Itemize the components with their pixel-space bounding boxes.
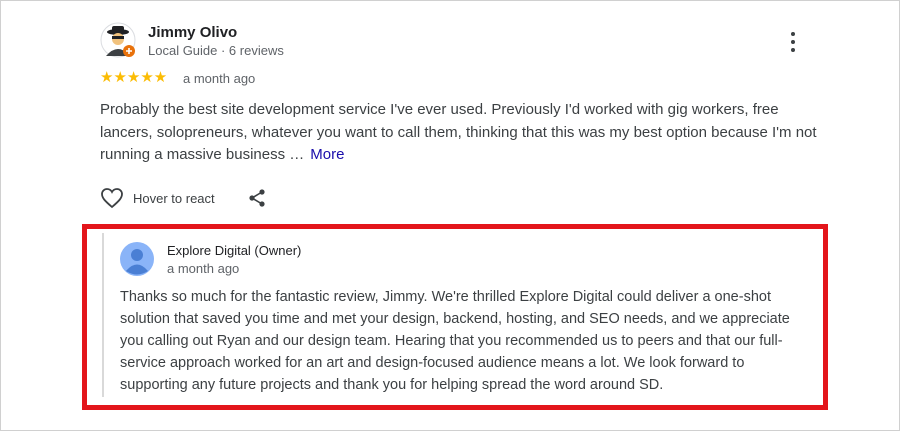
- owner-response-date: a month ago: [167, 261, 240, 276]
- more-vert-icon[interactable]: [783, 30, 803, 54]
- rating-stars: ★★★★★: [100, 69, 168, 86]
- share-icon[interactable]: [247, 188, 267, 208]
- review-date: a month ago: [183, 71, 256, 86]
- react-label[interactable]: Hover to react: [133, 191, 215, 206]
- heart-outline-icon[interactable]: [100, 187, 124, 209]
- owner-response-divider: [102, 233, 104, 397]
- reviewer-name[interactable]: Jimmy Olivo: [148, 24, 237, 41]
- review-body: Probably the best site development servi…: [100, 101, 817, 163]
- more-link[interactable]: More: [310, 146, 344, 163]
- reviewer-avatar[interactable]: [100, 22, 136, 58]
- default-user-avatar-icon: [120, 242, 154, 276]
- owner-response-text: Thanks so much for the fantastic review,…: [120, 289, 790, 393]
- owner-name: Explore Digital (Owner): [167, 243, 302, 258]
- reviewer-meta: Local Guide · 6 reviews: [148, 43, 284, 58]
- review-text: Probably the best site development servi…: [100, 99, 820, 167]
